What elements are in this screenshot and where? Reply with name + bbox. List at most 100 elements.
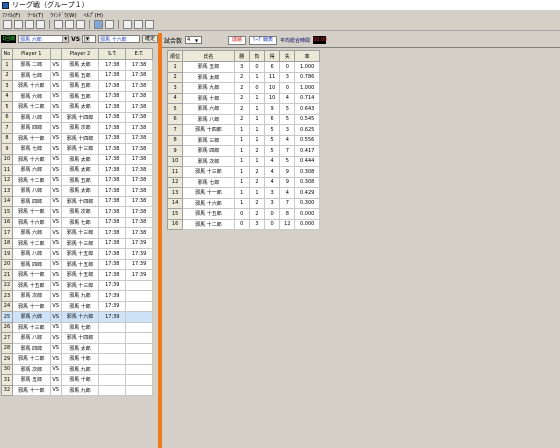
ranking-row[interactable]: 12 邪馬 七郎 1 2 4 9 0.308 xyxy=(166,176,320,188)
match-vs[interactable]: VS xyxy=(49,374,62,386)
match-no[interactable]: 4 xyxy=(1,90,13,102)
match-start-time[interactable]: 17:39 xyxy=(98,311,127,323)
rank-win[interactable]: 1 xyxy=(233,197,250,209)
rank-points-against[interactable]: 8 xyxy=(279,208,296,220)
col-rank[interactable]: 順位 xyxy=(166,50,184,62)
match-vs[interactable]: VS xyxy=(49,216,62,228)
match-row[interactable]: 14 邪馬 四郎 VS 邪馬 十四郎 17:38 17:38 xyxy=(1,195,153,207)
rank-name[interactable]: 邪馬 十四郎 xyxy=(182,124,235,136)
col-points-for[interactable]: 得 xyxy=(263,50,281,62)
match-vs[interactable]: VS xyxy=(49,311,62,323)
vs-select[interactable]: ▼ xyxy=(82,35,97,43)
match-player2[interactable]: 邪馬 太郎 xyxy=(60,185,100,197)
match-row[interactable]: 25 邪馬 六郎 VS 邪馬 十六郎 17:39 xyxy=(1,311,153,323)
rank-rate[interactable]: 0.429 xyxy=(294,187,320,199)
match-vs[interactable]: VS xyxy=(49,269,62,281)
match-player1[interactable]: 邪馬 十二郎 xyxy=(11,237,51,249)
rank-rate[interactable]: 0.300 xyxy=(294,197,320,209)
match-player2[interactable]: 邪馬 太郎 xyxy=(60,101,100,113)
rank-win[interactable]: 3 xyxy=(233,61,250,73)
col-win[interactable]: 勝 xyxy=(233,50,250,62)
rank-no[interactable]: 3 xyxy=(166,82,184,94)
match-player1[interactable]: 邪馬 十二郎 xyxy=(11,353,51,365)
ranking-row[interactable]: 4 邪馬 十郎 2 1 10 4 0.714 xyxy=(166,92,320,104)
rank-no[interactable]: 10 xyxy=(166,155,184,167)
match-player2[interactable]: 邪馬 七郎 xyxy=(60,216,100,228)
match-no[interactable]: 20 xyxy=(1,258,13,270)
match-player2[interactable]: 邪馬 十三郎 xyxy=(60,279,100,291)
match-no[interactable]: 6 xyxy=(1,111,13,123)
rank-win[interactable]: 2 xyxy=(233,92,250,104)
rank-points-against[interactable]: 4 xyxy=(279,134,296,146)
rank-points-for[interactable]: 5 xyxy=(263,145,281,157)
match-player1[interactable]: 邪馬 八郎 xyxy=(11,185,51,197)
rank-lose[interactable]: 1 xyxy=(248,92,266,104)
match-player2[interactable]: 邪馬 太郎 xyxy=(60,342,100,354)
match-vs[interactable]: VS xyxy=(49,237,62,249)
match-player1[interactable]: 邪馬 十一郎 xyxy=(11,132,51,144)
rank-rate[interactable]: 0.556 xyxy=(294,134,320,146)
rank-points-for[interactable]: 3 xyxy=(263,187,281,199)
match-start-time[interactable]: 17:38 xyxy=(98,248,127,260)
match-vs[interactable]: VS xyxy=(49,185,62,197)
match-row[interactable]: 21 邪馬 十一郎 VS 邪馬 十五郎 17:38 17:39 xyxy=(1,269,153,281)
match-player1[interactable]: 邪馬 十六郎 xyxy=(11,80,51,92)
match-start-time[interactable] xyxy=(98,384,127,396)
match-start-time[interactable]: 17:39 xyxy=(98,279,127,291)
match-player2[interactable]: 邪馬 十六郎 xyxy=(60,311,100,323)
rank-lose[interactable]: 2 xyxy=(248,166,266,178)
rank-rate[interactable]: 1.000 xyxy=(294,61,320,73)
match-vs[interactable]: VS xyxy=(49,111,62,123)
col-points-against[interactable]: 失 xyxy=(279,50,296,62)
match-end-time[interactable]: 17:38 xyxy=(125,206,153,218)
match-end-time[interactable] xyxy=(125,353,153,365)
col-name[interactable]: 氏名 xyxy=(182,50,235,62)
match-no[interactable]: 12 xyxy=(1,174,13,186)
match-start-time[interactable]: 17:38 xyxy=(98,143,127,155)
rank-no[interactable]: 1 xyxy=(166,61,184,73)
match-start-time[interactable]: 17:38 xyxy=(98,206,127,218)
match-row[interactable]: 16 邪馬 十六郎 VS 邪馬 七郎 17:38 17:38 xyxy=(1,216,153,228)
rank-rate[interactable]: 0.000 xyxy=(294,208,320,220)
match-end-time[interactable]: 17:39 xyxy=(125,237,153,249)
match-no[interactable]: 7 xyxy=(1,122,13,134)
match-start-time[interactable]: 17:38 xyxy=(98,59,127,71)
rank-no[interactable]: 5 xyxy=(166,103,184,115)
match-end-time[interactable]: 17:38 xyxy=(125,227,153,239)
match-no[interactable]: 1 xyxy=(1,59,13,71)
match-vs[interactable]: VS xyxy=(49,143,62,155)
match-player1[interactable]: 邪馬 四郎 xyxy=(11,258,51,270)
match-player1[interactable]: 邪馬 四郎 xyxy=(11,122,51,134)
match-end-time[interactable] xyxy=(125,300,153,312)
match-end-time[interactable] xyxy=(125,332,153,344)
rank-no[interactable]: 15 xyxy=(166,208,184,220)
match-no[interactable]: 14 xyxy=(1,195,13,207)
player2-select[interactable]: 邪馬 十六郎 xyxy=(98,35,140,43)
match-end-time[interactable]: 17:38 xyxy=(125,132,153,144)
match-end-time[interactable]: 17:38 xyxy=(125,59,153,71)
match-start-time[interactable]: 17:38 xyxy=(98,80,127,92)
match-start-time[interactable] xyxy=(98,321,127,333)
match-player1[interactable]: 邪馬 六郎 xyxy=(11,164,51,176)
match-end-time[interactable]: 17:38 xyxy=(125,153,153,165)
rank-no[interactable]: 8 xyxy=(166,134,184,146)
match-end-time[interactable] xyxy=(125,374,153,386)
rank-no[interactable]: 9 xyxy=(166,145,184,157)
menu-file[interactable]: ﾌｧｲﾙ(F) xyxy=(2,11,20,19)
rank-points-against[interactable]: 4 xyxy=(279,187,296,199)
ranking-row[interactable]: 2 邪馬 太郎 2 1 11 3 0.786 xyxy=(166,71,320,83)
match-player1[interactable]: 邪馬 次郎 xyxy=(11,363,51,375)
edit-icon[interactable] xyxy=(54,20,63,29)
ranking-row[interactable]: 7 邪馬 十四郎 1 1 5 3 0.625 xyxy=(166,124,320,136)
match-end-time[interactable]: 17:38 xyxy=(125,195,153,207)
rank-lose[interactable]: 1 xyxy=(248,71,266,83)
match-player2[interactable]: 邪馬 十四郎 xyxy=(60,111,100,123)
match-row[interactable]: 22 邪馬 十五郎 VS 邪馬 十三郎 17:39 xyxy=(1,279,153,291)
match-player1[interactable]: 邪馬 六郎 xyxy=(11,90,51,102)
rank-lose[interactable]: 0 xyxy=(248,82,266,94)
match-row[interactable]: 32 邪馬 十一郎 VS 邪馬 九郎 xyxy=(1,384,153,396)
rank-rate[interactable]: 0.000 xyxy=(294,218,320,230)
match-player2[interactable]: 邪馬 十五郎 xyxy=(60,248,100,260)
rank-no[interactable]: 2 xyxy=(166,71,184,83)
match-player1[interactable]: 邪馬 七郎 xyxy=(11,143,51,155)
